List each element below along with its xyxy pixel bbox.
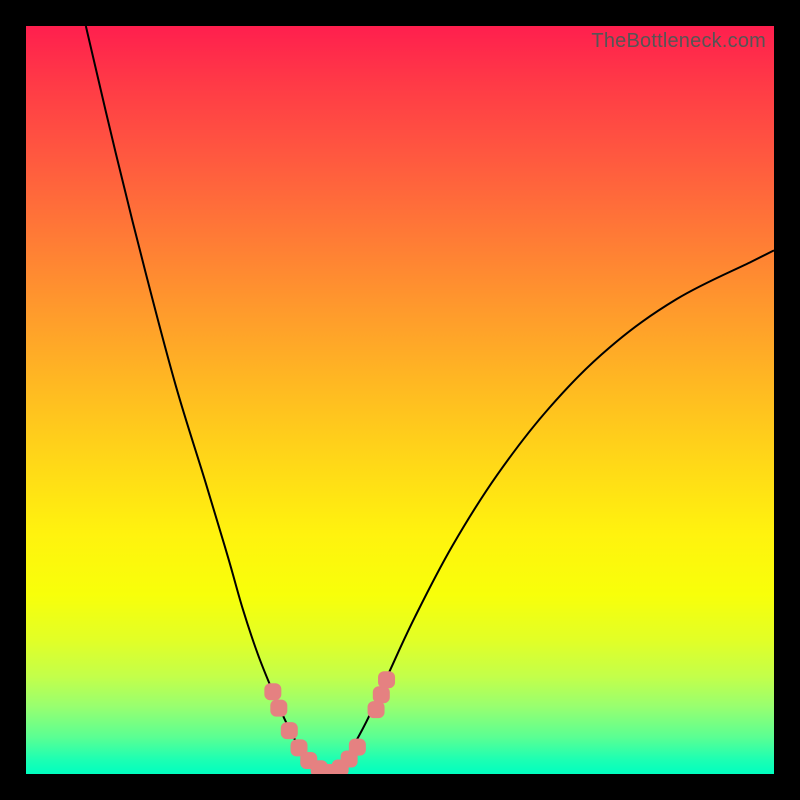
data-marker bbox=[368, 701, 385, 718]
chart-svg bbox=[26, 26, 774, 774]
curve-left-branch bbox=[86, 26, 318, 770]
data-marker bbox=[378, 671, 395, 688]
curve-right-branch bbox=[333, 250, 774, 770]
data-marker bbox=[270, 700, 287, 717]
plot-area: TheBottleneck.com bbox=[26, 26, 774, 774]
data-marker bbox=[264, 683, 281, 700]
marker-group bbox=[264, 671, 395, 774]
data-marker bbox=[281, 722, 298, 739]
data-marker bbox=[373, 686, 390, 703]
chart-frame: TheBottleneck.com bbox=[0, 0, 800, 800]
data-marker bbox=[349, 739, 366, 756]
